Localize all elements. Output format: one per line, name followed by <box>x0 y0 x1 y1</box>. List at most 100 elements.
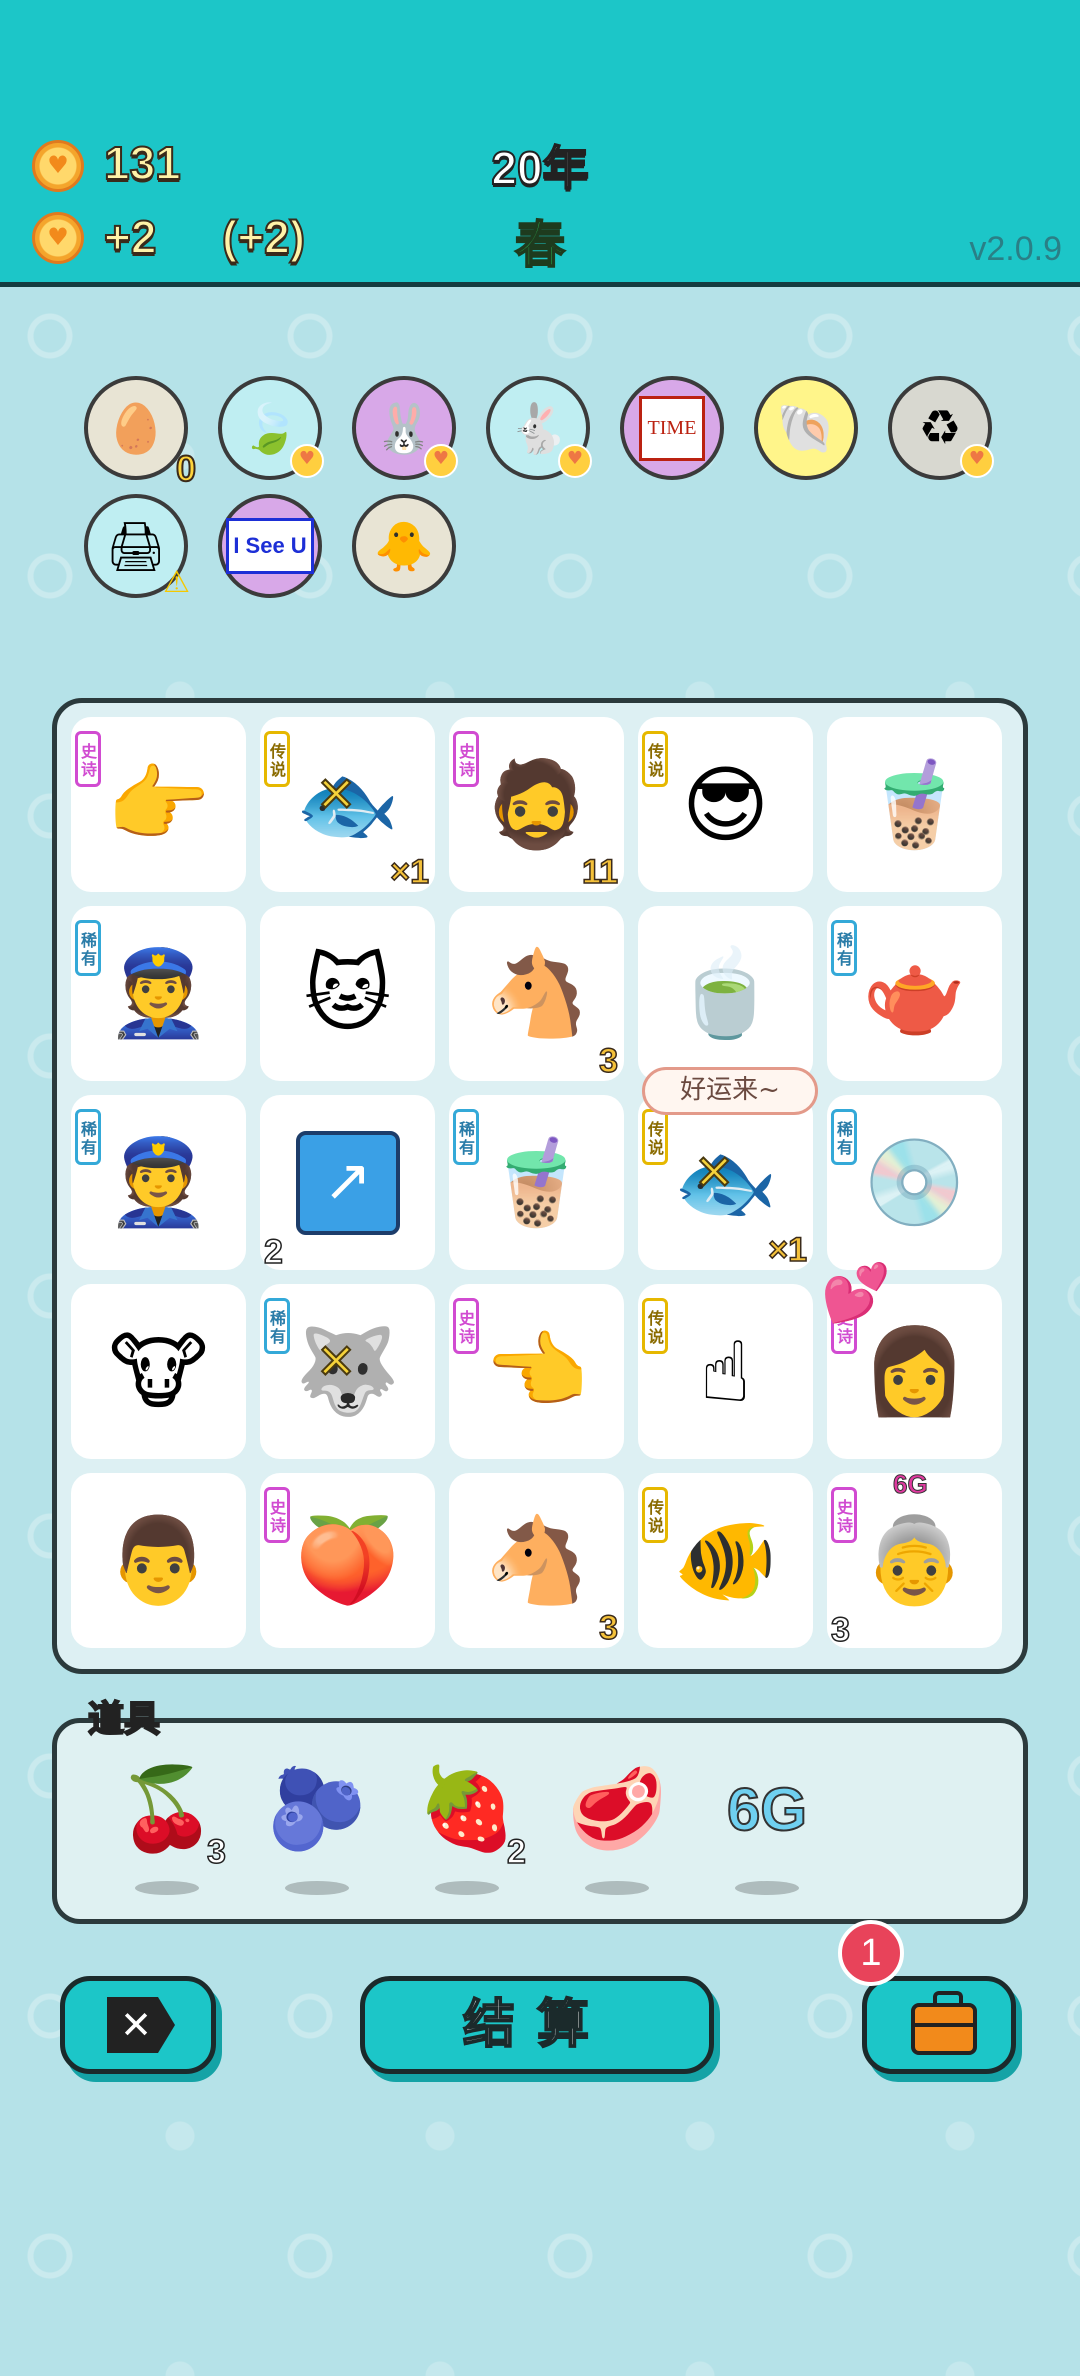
seashell-relic[interactable]: 🐚 <box>754 376 858 480</box>
board-cell[interactable]: ↗ 2 <box>260 1095 435 1272</box>
rarity-tag: 史诗 <box>264 1487 290 1543</box>
cow-icon: 🐮 <box>108 1322 209 1421</box>
heart-coin-icon: ♥ <box>290 444 324 478</box>
items-panel: 🍒 3 🫐 🍓 2 🥩 6G <box>52 1718 1028 1924</box>
milk-tea-cup-icon: 🧋 <box>862 755 967 853</box>
coin-icon <box>32 140 84 192</box>
6g-icon[interactable]: 6G <box>707 1749 827 1869</box>
item-shadow <box>735 1881 799 1895</box>
cross-mark-icon: ✕ <box>315 766 357 824</box>
relic-text: I See U <box>226 518 314 574</box>
board-cell[interactable]: 👵 史诗 6G 3 <box>827 1469 1002 1650</box>
coin-count: 131 <box>103 136 182 190</box>
board-cell[interactable]: 🧔 史诗 11 <box>449 717 624 892</box>
board-cell[interactable]: 🐠 传说 <box>638 1473 813 1648</box>
egg-tray-relic[interactable]: 🥚 0 <box>84 376 197 490</box>
item-shadow <box>435 1881 499 1895</box>
item-text: 6G <box>726 1775 808 1844</box>
blueberry-icon[interactable]: 🫐 <box>257 1749 377 1869</box>
rarity-tag: 传说 <box>642 1298 668 1354</box>
cell-count: 11 <box>581 852 618 892</box>
settle-label: 结算 <box>462 1994 611 2056</box>
heart-coin-icon: ♥ <box>960 444 994 478</box>
inventory-button[interactable] <box>862 1976 1016 2074</box>
recycle-relic[interactable]: ♻ ♥ <box>888 376 994 480</box>
board-cell[interactable]: 🐟 传说 ✕ ×1 <box>260 717 435 892</box>
cell-count: 3 <box>598 1608 618 1648</box>
rarity-tag: 史诗 <box>75 731 101 787</box>
inventory-badge: 1 <box>838 1920 904 1986</box>
relic-count: 0 <box>175 447 197 490</box>
season-label: 春 <box>514 215 566 275</box>
item-count: 2 <box>506 1832 526 1872</box>
version-label: v2.0.9 <box>969 230 1062 268</box>
chart-icon: ↗ <box>260 1095 435 1270</box>
board-cell[interactable]: 🫖 稀有 <box>827 906 1002 1081</box>
tea-bowl-icon: 🍵 <box>673 944 778 1042</box>
board-cell[interactable]: 👉 史诗 <box>71 717 246 892</box>
warning-icon: ⚠ <box>163 565 190 600</box>
year-label: 20年 <box>490 141 589 195</box>
rarity-tag: 史诗 <box>453 731 479 787</box>
settle-button[interactable]: 结算 <box>360 1976 714 2074</box>
cell-count: 2 <box>263 1232 283 1272</box>
horse-icon: 🐴 <box>484 944 589 1042</box>
rarity-tag: 稀有 <box>831 1109 857 1165</box>
chick-egg-relic[interactable]: 🐥 <box>352 494 456 598</box>
delete-icon: ✕ <box>107 1997 175 2053</box>
liver-icon[interactable]: 🥩 <box>557 1749 677 1869</box>
slot-board: 👉 史诗 🐟 传说 ✕ ×1 🧔 史诗 11 😎 传说 🧋 👮 稀有 🐱 🐴 3 🍵 🫖 稀有 👮 稀有 ↗ 2 🧋 稀有 🐟 传说 ✕… <box>52 698 1028 1674</box>
man-face-icon: 👨 <box>106 1511 211 1609</box>
rarity-tag: 稀有 <box>831 920 857 976</box>
white-rabbit-relic[interactable]: 🐇 ♥ <box>486 376 592 480</box>
board-cell[interactable]: 🐺 稀有 ✕ <box>260 1284 435 1459</box>
board-cell[interactable]: 🍑 史诗 <box>260 1473 435 1648</box>
board-cell[interactable]: 👮 稀有 <box>71 906 246 1081</box>
top-bar: 131 +2 (+2) 20年 春 v2.0.9 <box>0 0 1080 287</box>
horse-icon: 🐴 <box>484 1511 589 1609</box>
rarity-tag: 稀有 <box>75 920 101 976</box>
cell-count: ×1 <box>767 1230 807 1270</box>
pink-rabbit-relic[interactable]: 🐰 ♥ <box>352 376 458 480</box>
relic-text: TIME <box>638 395 706 461</box>
cell-count: 3 <box>830 1610 850 1650</box>
board-cell[interactable]: 👈 史诗 <box>449 1284 624 1459</box>
board-cell[interactable]: 💿 稀有 <box>827 1095 1002 1270</box>
board-cell[interactable]: 🐟 传说 ✕ ×1 <box>638 1095 813 1270</box>
board-cell[interactable]: 👮 稀有 <box>71 1095 246 1270</box>
board-cell[interactable]: 🧋 <box>827 717 1002 892</box>
i-see-u-relic[interactable]: I See U <box>218 494 322 598</box>
board-cell[interactable]: ☝ 传说 <box>638 1284 813 1459</box>
rarity-tag: 传说 <box>264 731 290 787</box>
heart-coin-icon: ♥ <box>558 444 592 478</box>
board-cell[interactable]: 🧋 稀有 <box>449 1095 624 1270</box>
item-shadow <box>585 1881 649 1895</box>
rarity-tag: 史诗 <box>453 1298 479 1354</box>
item-shadow <box>285 1881 349 1895</box>
board-cell[interactable]: 👩 史诗 💕 <box>821 1261 1002 1459</box>
item-count: 3 <box>206 1832 226 1872</box>
hearts-icon: 💕 <box>821 1261 891 1326</box>
rarity-tag: 稀有 <box>264 1298 290 1354</box>
board-cell[interactable]: 🐱 <box>260 906 435 1081</box>
cross-mark-icon: ✕ <box>693 1144 735 1202</box>
board-cell[interactable]: 🐴 3 <box>449 906 624 1081</box>
board-cell[interactable]: 🐴 3 <box>449 1473 624 1648</box>
rarity-tag: 传说 <box>642 1487 668 1543</box>
rarity-tag: 稀有 <box>453 1109 479 1165</box>
board-cell[interactable]: 😎 传说 <box>638 717 813 892</box>
board-cell[interactable]: 🍵 <box>638 906 813 1081</box>
board-cell[interactable]: 👨 <box>71 1473 246 1648</box>
item-shadow <box>135 1881 199 1895</box>
time-magazine-relic[interactable]: TIME <box>620 376 724 480</box>
income-coin-icon <box>32 212 84 264</box>
remove-button[interactable]: ✕ <box>60 1976 216 2074</box>
rarity-tag: 史诗 <box>831 1487 857 1543</box>
leaf-relic[interactable]: 🍃 ♥ <box>218 376 324 480</box>
speech-bubble: 好运来~ <box>642 1067 818 1115</box>
heart-coin-icon: ♥ <box>424 444 458 478</box>
printer-relic[interactable]: 🖨 ⚠ <box>84 494 190 600</box>
cross-mark-icon: ✕ <box>315 1333 357 1391</box>
rarity-tag: 稀有 <box>75 1109 101 1165</box>
board-cell[interactable]: 🐮 <box>71 1284 246 1459</box>
